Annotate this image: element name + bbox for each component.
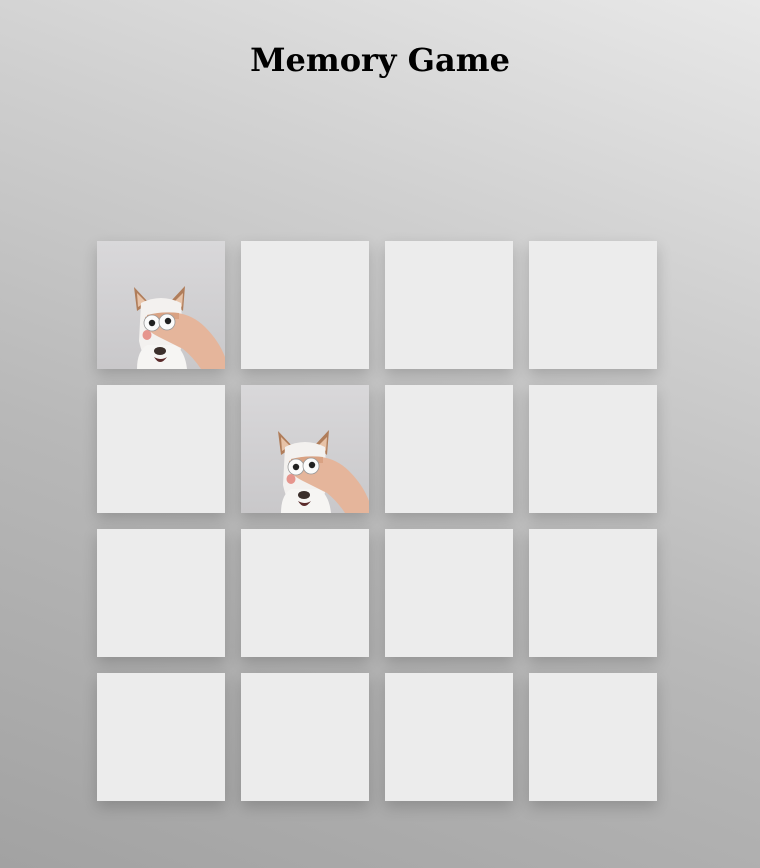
page-title: Memory Game xyxy=(250,41,510,79)
memory-card-face-down[interactable] xyxy=(385,529,513,657)
dog-photo-icon xyxy=(97,241,225,369)
memory-card-face-down[interactable] xyxy=(529,241,657,369)
memory-card-face-down[interactable] xyxy=(385,673,513,801)
memory-card-face-down[interactable] xyxy=(97,385,225,513)
dog-photo-icon xyxy=(241,385,369,513)
memory-card-face-down[interactable] xyxy=(241,241,369,369)
memory-card-face-down[interactable] xyxy=(241,529,369,657)
memory-card-face-up[interactable] xyxy=(97,241,225,369)
memory-card-face-down[interactable] xyxy=(529,673,657,801)
memory-card-face-down[interactable] xyxy=(97,529,225,657)
memory-card-face-down[interactable] xyxy=(241,673,369,801)
game-board xyxy=(97,241,657,801)
memory-card-face-down[interactable] xyxy=(385,241,513,369)
memory-card-face-down[interactable] xyxy=(385,385,513,513)
memory-card-face-down[interactable] xyxy=(97,673,225,801)
memory-card-face-up[interactable] xyxy=(241,385,369,513)
memory-card-face-down[interactable] xyxy=(529,385,657,513)
memory-card-face-down[interactable] xyxy=(529,529,657,657)
